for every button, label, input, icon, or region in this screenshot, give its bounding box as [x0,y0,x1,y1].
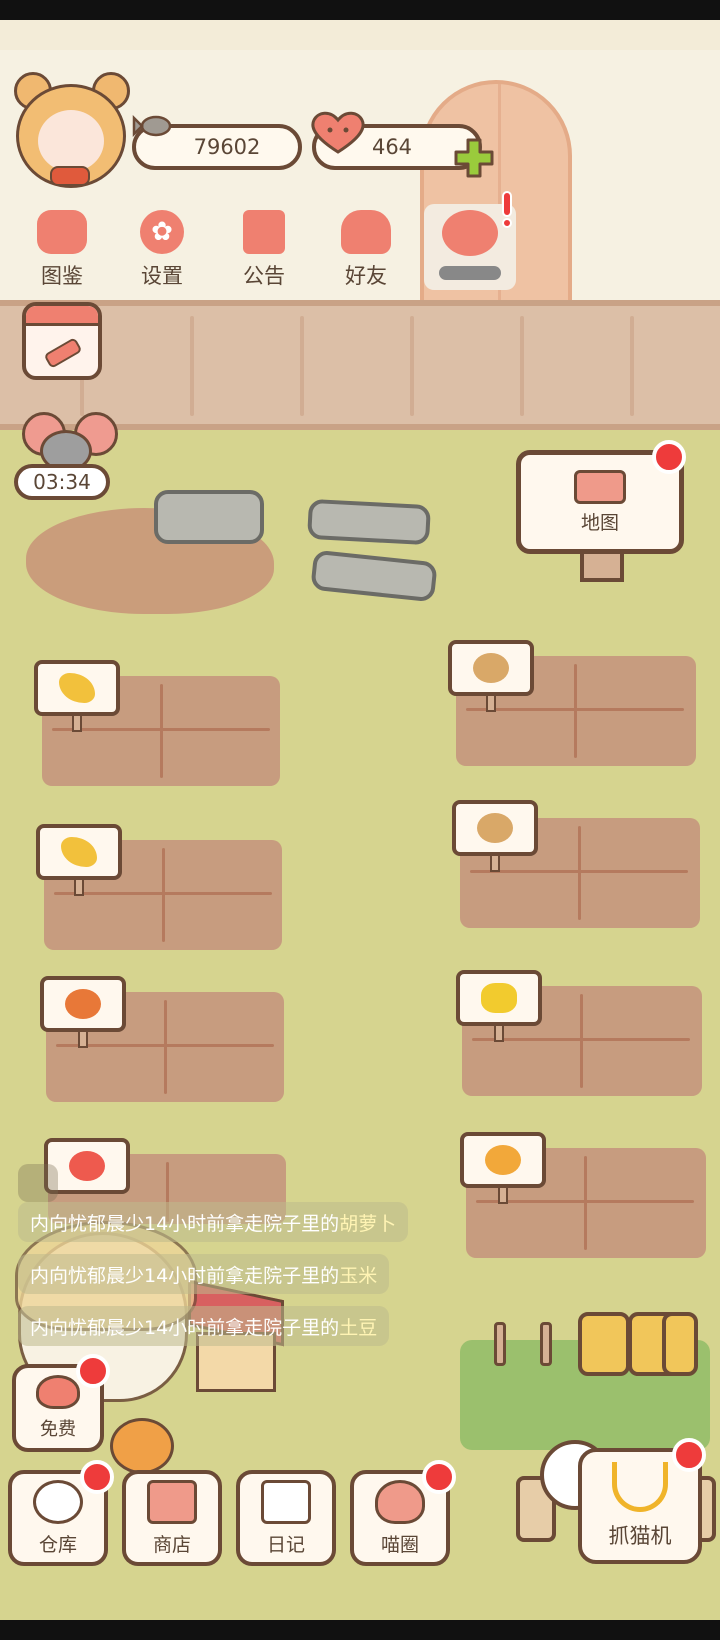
stone-bench [154,490,264,544]
fence-plank [630,316,634,416]
shop-icon [147,1479,197,1524]
crop-sign-mango [460,1132,546,1188]
bow-tie [50,166,90,186]
circle-notification-dot [422,1460,456,1494]
shop-label: 商店 [152,1533,191,1556]
fish-icon [132,114,172,138]
diary-icon [261,1479,311,1524]
player-avatar[interactable] [8,70,134,190]
fence-plank [190,316,194,416]
add-hearts-button[interactable] [452,136,496,180]
sign-post [580,554,624,582]
crop-sign-wheat [34,660,120,716]
crop-sign-carrot [40,976,126,1032]
crop-sign-potato [448,640,534,696]
corn-icon [481,983,517,1013]
menu-announcement-label: 公告 [243,264,285,288]
menu-settings-button[interactable]: ✿ 设置 [116,204,208,290]
heart-icon [311,111,365,154]
map-notification-dot [652,440,686,474]
hay-bale [578,1312,630,1376]
calendar-button[interactable] [22,302,102,380]
sign-post [490,854,500,872]
feed-message-text: 内向忧郁晨少14小时前拿走院子里的 [30,1264,340,1287]
stepping-stone [307,498,431,546]
cat-planet-icon [375,1479,425,1524]
sign-post [78,1030,88,1048]
feed-message-item: 胡萝卜 [339,1212,397,1235]
map-icon [574,469,626,504]
hearts-pair-icon [442,210,498,256]
feed-message-item: 玉米 [339,1264,378,1287]
event-timer-text: 03:34 [33,470,91,494]
feed-message-item: 土豆 [339,1316,378,1339]
fish-amount: 79602 [193,135,261,159]
chat-toggle-button[interactable] [18,1164,58,1202]
feed-message: 内向忧郁晨少14小时前拿走院子里的 玉米 [18,1254,390,1294]
wooden-fence [0,300,720,430]
potato-icon [477,813,513,843]
potato-icon [473,653,509,683]
pencil-icon [45,338,81,368]
cat-head-icon [37,210,87,254]
tomato-icon [69,1151,105,1181]
claw-notification-dot [672,1438,706,1472]
sign-post [74,878,84,896]
crop-sign-potato [452,800,538,856]
feed-message: 内向忧郁晨少14小时前拿走院子里的 胡萝卜 [18,1202,409,1242]
wall-trim [0,20,720,50]
claw-icon [612,1462,668,1512]
wheat-icon [61,837,97,867]
feed-message: 内向忧郁晨少14小时前拿走院子里的 土豆 [18,1306,390,1346]
menu-friends-button[interactable]: 好友 [320,204,412,290]
cat-circle-label: 喵圈 [380,1533,419,1556]
gift-icon [243,210,285,254]
orange-cat[interactable] [110,1418,174,1474]
system-nav-bar [0,1620,720,1640]
crop-sign-wheat [36,824,122,880]
menu-settings-label: 设置 [141,264,183,288]
warehouse-icon [33,1479,83,1524]
sign-post [72,714,82,732]
status-bar [0,0,720,20]
shop-button[interactable]: 商店 [122,1470,222,1566]
heart-icon [36,1375,80,1409]
mango-icon [485,1145,521,1175]
sign-post [498,1186,508,1204]
label-placeholder-bar [439,266,501,280]
claw-machine-label: 抓猫机 [608,1524,672,1548]
carrot-icon [65,989,101,1019]
menu-collection-button[interactable]: 图鉴 [16,204,108,290]
event-timer: 03:34 [14,464,110,500]
menu-announcement-button[interactable]: 公告 [218,204,310,290]
free-label: 免费 [40,1419,76,1440]
gear-icon: ✿ [140,210,184,254]
fence-plank [300,316,304,416]
menu-collection-label: 图鉴 [41,264,83,288]
fence-plank [520,316,524,416]
warehouse-label: 仓库 [38,1533,77,1556]
avatar-face [38,110,104,172]
crop-sign-corn [456,970,542,1026]
sign-post [486,694,496,712]
feed-message-text: 内向忧郁晨少14小时前拿走院子里的 [30,1212,340,1235]
diary-button[interactable]: 日记 [236,1470,336,1566]
small-fence-post [540,1322,552,1366]
free-notification-dot [76,1354,110,1388]
heart-amount: 464 [371,135,413,159]
warehouse-notification-dot [80,1460,114,1494]
friends-icon [341,210,391,254]
sign-post [494,1024,504,1042]
feed-message-text: 内向忧郁晨少14小时前拿走院子里的 [30,1316,340,1339]
exclamation-icon [502,191,512,228]
menu-friends-label: 好友 [345,264,387,288]
map-label: 地图 [580,511,619,534]
calendar-header [26,306,98,326]
fence-plank [410,316,414,416]
hay-bale [662,1312,698,1376]
small-fence-post [494,1322,506,1366]
wheat-icon [59,673,95,703]
diary-label: 日记 [266,1533,305,1556]
